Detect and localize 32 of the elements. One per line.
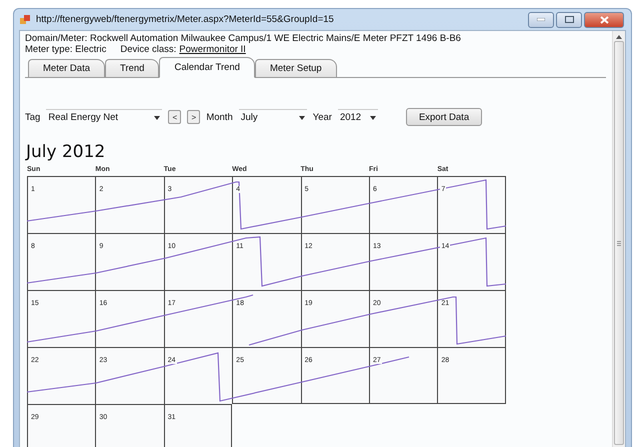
month-label: Month: [206, 112, 233, 122]
maximize-button[interactable]: [556, 12, 582, 28]
year-label: Year: [312, 112, 332, 122]
meter-type-text: Meter type: Electric: [25, 44, 106, 55]
calendar-title: July 2012: [26, 142, 106, 162]
tab[interactable]: Trend: [105, 59, 160, 77]
tab[interactable]: Calendar Trend: [159, 57, 255, 78]
window-title: http://ftenergyweb/ftenergymetrix/Meter.aspx?MeterId=55&GroupId=15: [36, 14, 335, 25]
domain-meter-text: Domain/Meter: Rockwell Automation Milwaukee Campus/1 WE Electric Mains/E Meter PFZT 1496 B-B6: [25, 33, 461, 44]
tag-label: Tag: [25, 112, 40, 122]
dropdown-caret-icon[interactable]: [370, 116, 376, 120]
maximize-icon: [564, 16, 574, 23]
export-data-button[interactable]: Export Data: [406, 108, 482, 126]
scrollbar-thumb[interactable]: [614, 41, 624, 445]
scroll-up-icon[interactable]: [616, 35, 622, 39]
minimize-icon: [537, 18, 545, 21]
previous-button[interactable]: <: [168, 110, 182, 124]
close-button[interactable]: [584, 12, 624, 28]
month-dropdown[interactable]: July: [238, 108, 307, 126]
device-class-link[interactable]: Powermonitor II: [179, 44, 246, 55]
dropdown-caret-icon[interactable]: [298, 116, 305, 120]
tag-dropdown[interactable]: Real Energy Net: [46, 108, 162, 126]
dropdown-caret-icon[interactable]: [154, 116, 160, 120]
device-class-label: Device class:: [120, 44, 176, 55]
close-icon: [600, 16, 608, 24]
grip-icon: [617, 240, 621, 246]
next-button[interactable]: >: [187, 110, 200, 124]
minimize-button[interactable]: [528, 12, 554, 28]
year-dropdown[interactable]: 2012: [338, 108, 378, 126]
tab[interactable]: Meter Data: [28, 59, 105, 77]
tab[interactable]: Meter Setup: [254, 59, 337, 77]
page-icon: [19, 14, 31, 26]
